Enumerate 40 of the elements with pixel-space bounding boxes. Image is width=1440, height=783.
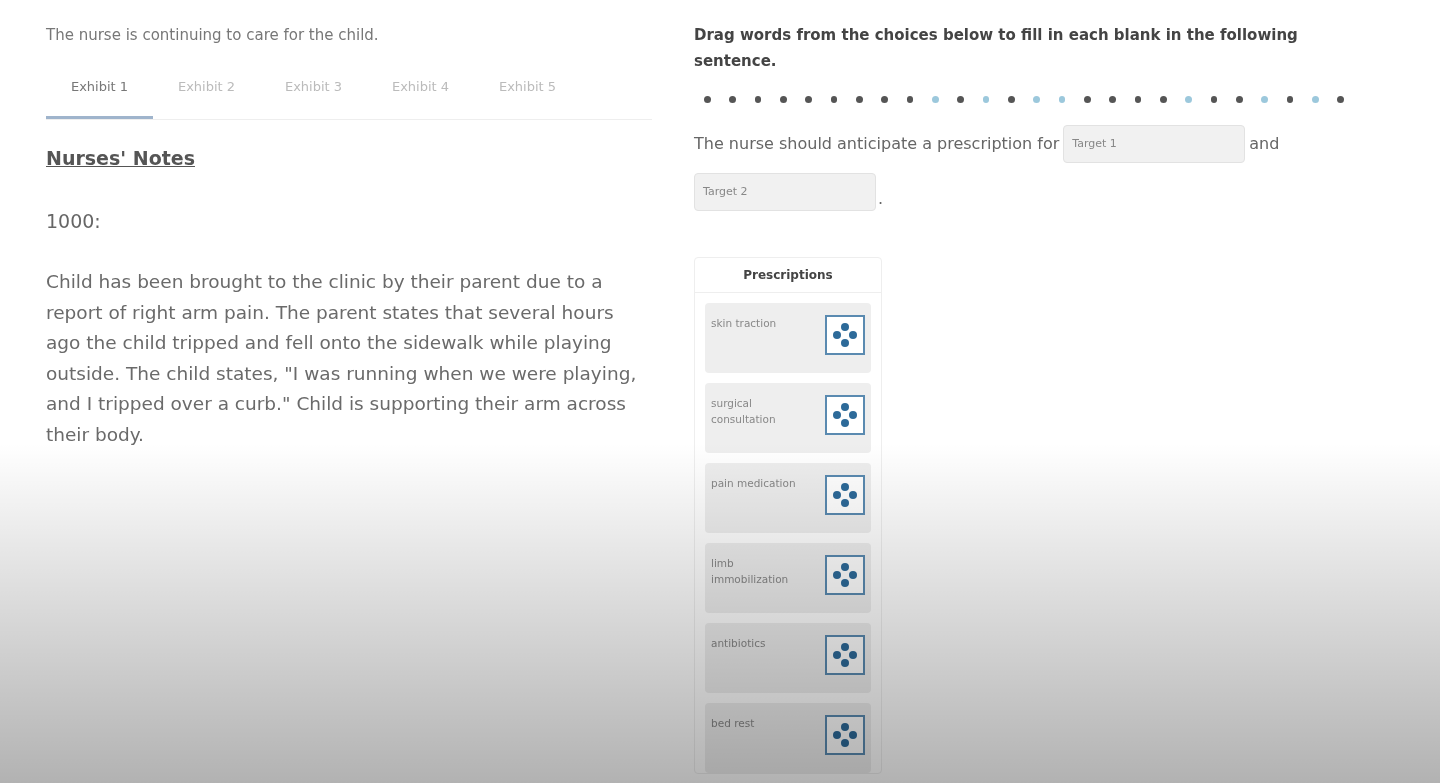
choice-label: antibiotics (711, 636, 767, 651)
move-icon (832, 322, 858, 348)
note-time: 1000: (46, 208, 102, 234)
choice-card[interactable]: pain medication (705, 463, 871, 533)
choice-card[interactable]: antibiotics (705, 623, 871, 693)
sentence-text: . (878, 188, 884, 210)
drag-handle[interactable] (825, 555, 865, 595)
exhibit-tab[interactable]: Exhibit 1 (46, 76, 153, 119)
choice-label: pain medication (711, 476, 797, 491)
drag-handle[interactable] (825, 395, 865, 435)
choice-card[interactable]: limb immobilization (705, 543, 871, 613)
instruction-text: Drag words from the choices below to fill in each blank in the following sentence. (694, 25, 1299, 72)
move-icon (832, 642, 858, 668)
drop-target[interactable]: Target 1 (1063, 125, 1246, 163)
sentence-text: and (1249, 133, 1280, 155)
drag-handle[interactable] (825, 715, 865, 755)
drag-handle[interactable] (825, 475, 865, 515)
move-icon (832, 402, 858, 428)
move-icon (832, 482, 858, 508)
move-icon (832, 722, 858, 748)
scenario-text: The nurse is continuing to care for the child. (46, 25, 380, 46)
choice-label: skin traction (711, 316, 778, 331)
choice-label: limb immobilization (711, 556, 790, 587)
notes-heading: Nurses' Notes (46, 146, 196, 171)
exhibit-tab[interactable]: Exhibit 5 (474, 76, 581, 119)
panel-title: Prescriptions (695, 258, 881, 293)
choice-label: bed rest (711, 716, 756, 731)
exhibit-tab[interactable]: Exhibit 2 (153, 76, 260, 119)
drop-target[interactable]: Target 2 (694, 173, 876, 211)
choice-card[interactable]: skin traction (705, 303, 871, 373)
choice-label: surgical consultation (711, 396, 777, 427)
sentence-text: The nurse should anticipate a prescription for (694, 133, 1060, 155)
drag-handle[interactable] (825, 635, 865, 675)
move-icon (832, 562, 858, 588)
choice-card[interactable]: bed rest (705, 703, 871, 773)
exhibit-tab[interactable]: Exhibit 3 (260, 76, 367, 119)
note-body: Child has been brought to the clinic by their parent due to a report of right arm pain. The parent states that several hours ago the child tripped and fell onto the sidewalk while playing outside. The child states, "I was running when we were playing, and I tripped over a curb." Child is supporting their arm across their body. (46, 270, 638, 447)
choice-card[interactable]: surgical consultation (705, 383, 871, 453)
drag-handle[interactable] (825, 315, 865, 355)
exhibit-tab[interactable]: Exhibit 4 (367, 76, 474, 119)
